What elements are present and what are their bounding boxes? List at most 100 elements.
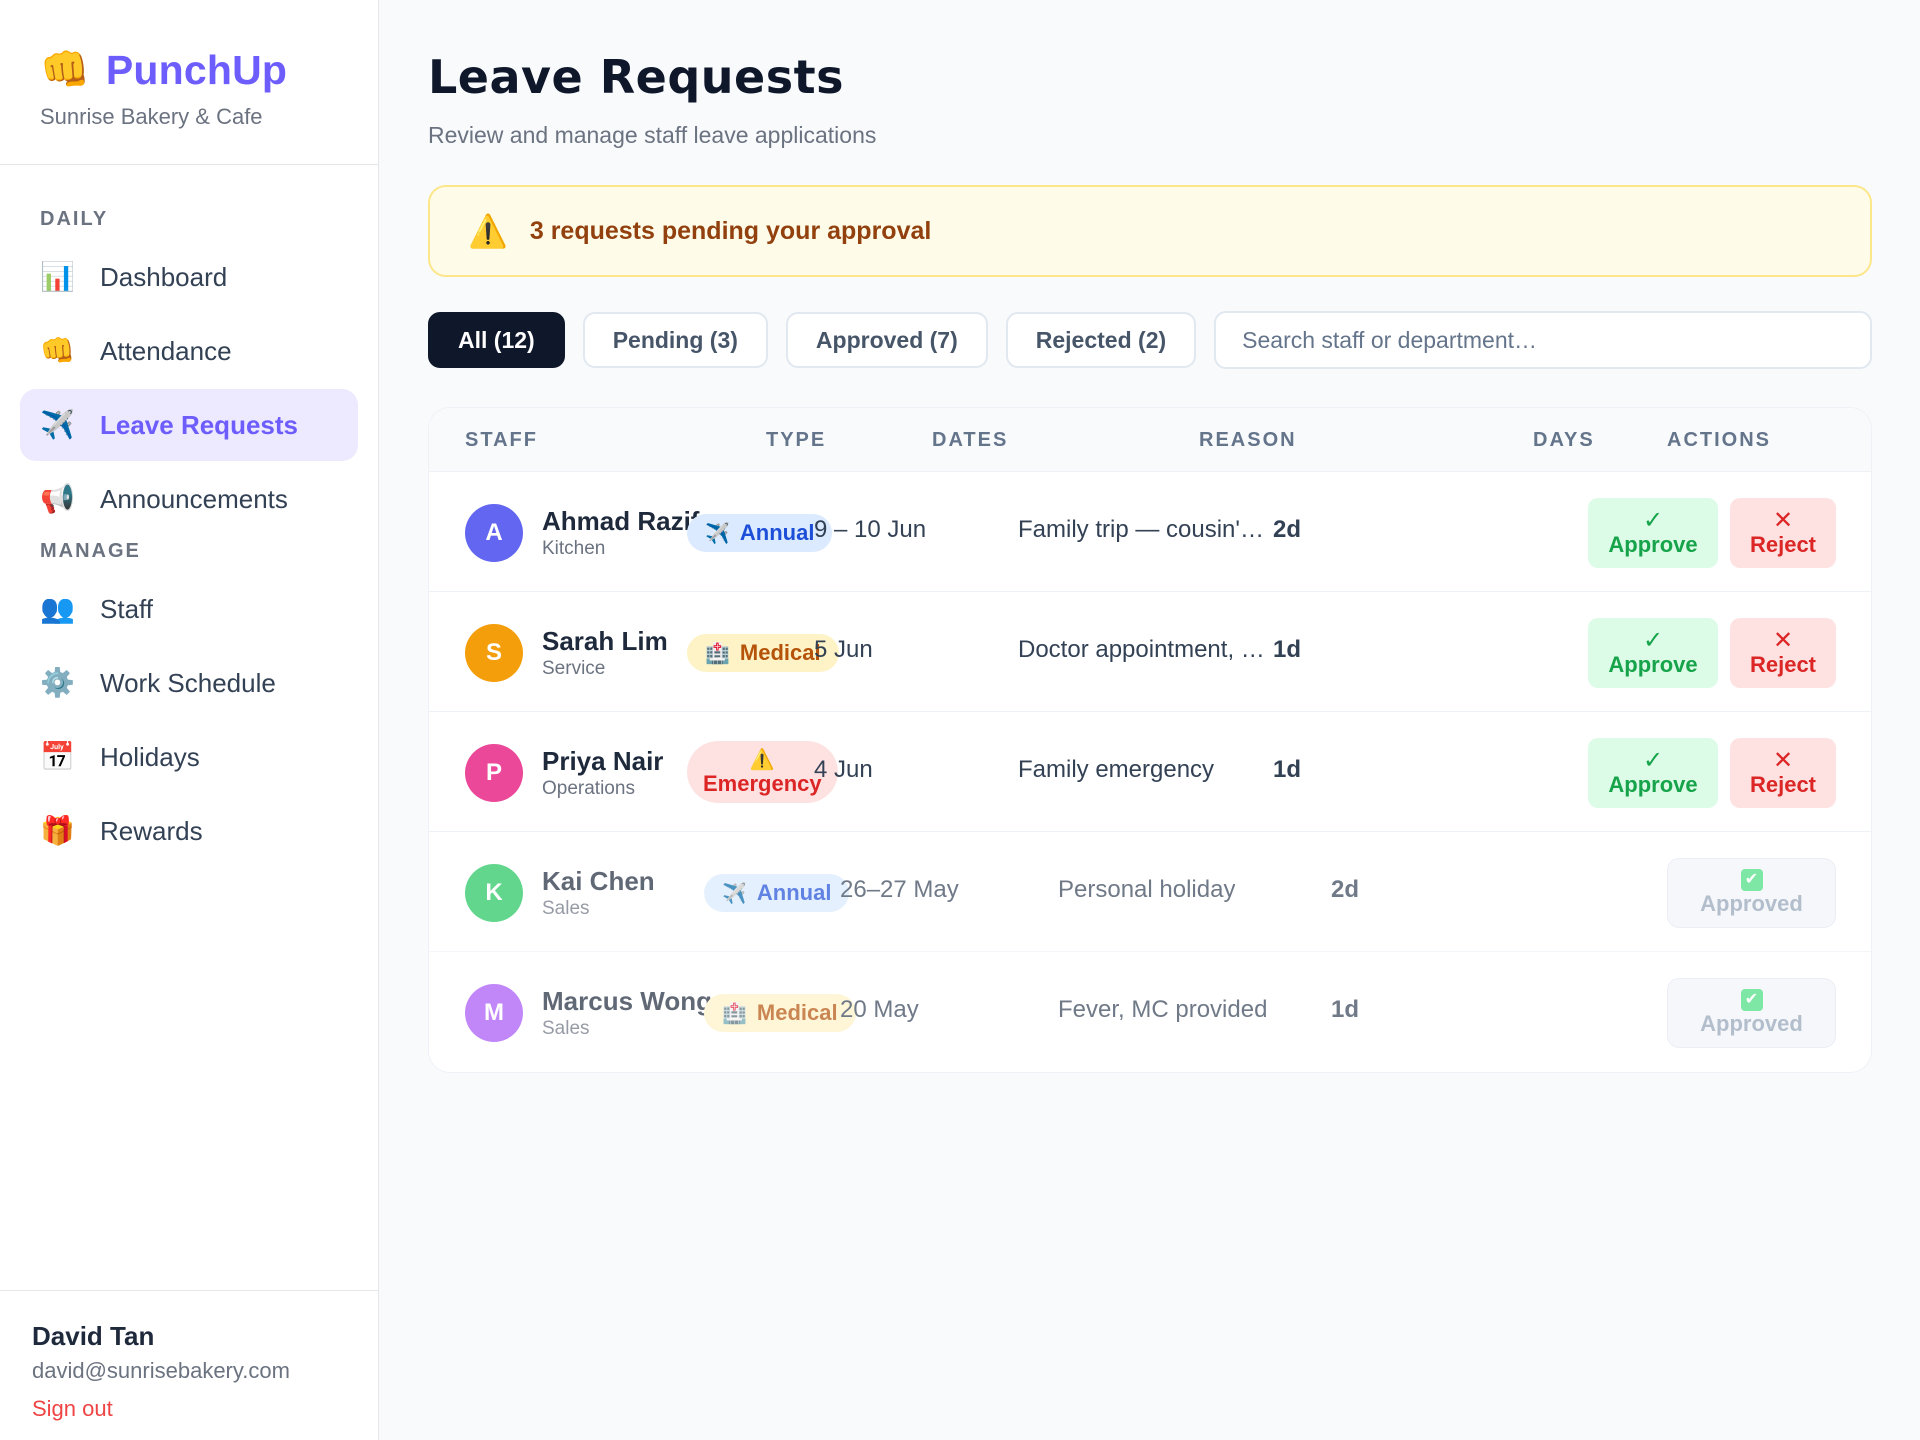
- approve-label: Approve: [1608, 532, 1698, 557]
- staff-department: Operations: [542, 778, 635, 799]
- avatar: M: [465, 984, 523, 1042]
- table-row: K Kai Chen Sales ✈️ Annual 26–27 May Personal …: [429, 832, 1871, 952]
- avatar: K: [465, 864, 523, 922]
- bar-chart-icon: 📊: [40, 261, 75, 292]
- sidebar-item-rewards[interactable]: 🎁 Rewards: [20, 795, 358, 867]
- fist-icon: 👊: [40, 335, 75, 366]
- avatar: S: [465, 624, 523, 682]
- leave-reason: Doctor appointment, MC at…: [1018, 636, 1269, 663]
- column-header-days[interactable]: DAYS: [1533, 429, 1595, 452]
- sidebar-item-label: Work Schedule: [100, 667, 276, 698]
- approved-label: Approved: [1700, 1011, 1803, 1036]
- sidebar-item-announcements[interactable]: 📢 Announcements: [20, 463, 358, 535]
- column-header-type[interactable]: TYPE: [766, 429, 826, 452]
- airplane-icon: ✈️: [40, 409, 75, 440]
- sidebar-item-work-schedule[interactable]: ⚙️ Work Schedule: [20, 647, 358, 719]
- check-icon: ✓: [1642, 747, 1664, 774]
- sign-out-link[interactable]: Sign out: [32, 1396, 113, 1422]
- close-icon: ✕: [1772, 627, 1794, 654]
- user-name: David Tan: [32, 1321, 155, 1351]
- leave-type-label: Emergency: [703, 771, 822, 796]
- user-email: david@sunrisebakery.com: [32, 1358, 290, 1383]
- sidebar-item-label: Announcements: [100, 483, 288, 514]
- warning-icon: ⚠️: [749, 749, 775, 771]
- leave-reason: Personal holiday: [1058, 876, 1236, 903]
- sidebar-item-label: Rewards: [100, 815, 203, 846]
- filter-tab-approved[interactable]: Approved (7): [785, 312, 988, 368]
- leave-dates: 9 – 10 Jun: [814, 516, 927, 543]
- reject-button[interactable]: ✕ Reject: [1730, 618, 1836, 688]
- staff-department: Service: [542, 658, 606, 679]
- reject-button[interactable]: ✕ Reject: [1730, 498, 1836, 568]
- leave-type-label: Annual: [756, 880, 832, 905]
- table-header: STAFF TYPE DATES REASON DAYS ACTIONS: [429, 408, 1871, 472]
- staff-name: Priya Nair: [542, 746, 664, 776]
- leave-days: 1d: [1273, 756, 1302, 783]
- staff-department: Sales: [542, 1018, 590, 1039]
- table-row: P Priya Nair Operations ⚠️ Emergency 4 Jun Fam…: [429, 712, 1871, 832]
- leave-type-label: Annual: [739, 520, 815, 545]
- leave-type-badge: ✈️ Annual: [704, 874, 850, 912]
- leave-type-label: Medical: [739, 640, 821, 665]
- filter-tabs: All (12) Pending (3) Approved (7) Rejected …: [428, 312, 1197, 368]
- column-header-reason[interactable]: REASON: [1199, 429, 1297, 452]
- column-header-dates[interactable]: DATES: [932, 429, 1008, 452]
- staff-name: Sarah Lim: [542, 626, 668, 656]
- nav-section-title: MANAGE: [40, 540, 141, 562]
- user-profile: David Tan david@sunrisebakery.com Sign o…: [0, 1290, 379, 1440]
- people-icon: 👥: [40, 593, 75, 624]
- brand-name[interactable]: PunchUp: [106, 47, 287, 94]
- sidebar-item-dashboard[interactable]: 📊 Dashboard: [20, 241, 358, 313]
- leave-reason: Family trip — cousin's wed…: [1018, 516, 1269, 543]
- check-icon: ✓: [1642, 507, 1664, 534]
- column-header-actions: ACTIONS: [1667, 429, 1771, 451]
- megaphone-icon: 📢: [40, 483, 75, 514]
- reject-label: Reject: [1749, 772, 1817, 797]
- sidebar-item-holidays[interactable]: 📅 Holidays: [20, 721, 358, 793]
- alert-text: 3 requests pending your approval: [529, 216, 932, 245]
- sidebar: 👊 PunchUp Sunrise Bakery & Cafe DAILY 📊 Da…: [0, 0, 379, 1440]
- leave-dates: 20 May: [840, 996, 919, 1023]
- sidebar-item-label: Attendance: [100, 335, 232, 366]
- filter-tab-all[interactable]: All (12): [428, 312, 565, 368]
- reject-label: Reject: [1749, 652, 1817, 677]
- leave-type-label: Medical: [756, 1000, 838, 1025]
- sidebar-item-label: Holidays: [100, 741, 200, 772]
- airplane-icon: ✈️: [705, 522, 730, 545]
- sidebar-item-label: Dashboard: [100, 261, 228, 292]
- business-name: Sunrise Bakery & Cafe: [40, 104, 263, 129]
- warning-icon: ⚠️: [468, 213, 508, 249]
- leave-reason: Family emergency: [1018, 756, 1215, 783]
- gear-icon: ⚙️: [40, 667, 75, 698]
- leave-days: 2d: [1273, 516, 1302, 543]
- filter-tab-rejected[interactable]: Rejected (2): [1005, 312, 1197, 368]
- sidebar-item-staff[interactable]: 👥 Staff: [20, 573, 358, 645]
- approved-status-badge: ✔ Approved: [1667, 978, 1836, 1048]
- approve-button[interactable]: ✓ Approve: [1588, 618, 1718, 688]
- approve-label: Approve: [1608, 652, 1698, 677]
- avatar: P: [465, 744, 523, 802]
- staff-department: Sales: [542, 898, 590, 919]
- leave-requests-table: STAFF TYPE DATES REASON DAYS ACTIONS A Ah…: [428, 407, 1872, 1073]
- search-input[interactable]: [1214, 311, 1872, 369]
- approved-status-badge: ✔ Approved: [1667, 858, 1836, 928]
- leave-type-badge: 🏥 Medical: [704, 994, 856, 1032]
- leave-days: 1d: [1331, 996, 1360, 1023]
- main-content: Leave Requests Review and manage staff l…: [428, 0, 1872, 1073]
- staff-name: Ahmad Razif: [542, 506, 700, 536]
- filter-tab-pending[interactable]: Pending (3): [582, 312, 768, 368]
- approve-button[interactable]: ✓ Approve: [1588, 738, 1718, 808]
- leave-dates: 26–27 May: [840, 876, 959, 903]
- sidebar-item-leave-requests[interactable]: ✈️ Leave Requests: [20, 389, 358, 461]
- table-row: S Sarah Lim Service 🏥 Medical 5 Jun Doctor app…: [429, 592, 1871, 712]
- reject-button[interactable]: ✕ Reject: [1730, 738, 1836, 808]
- sidebar-item-attendance[interactable]: 👊 Attendance: [20, 315, 358, 387]
- page-subtitle: Review and manage staff leave applicatio…: [428, 122, 877, 148]
- check-mark-icon: ✔: [1740, 869, 1763, 891]
- staff-name: Kai Chen: [542, 866, 655, 896]
- approve-button[interactable]: ✓ Approve: [1588, 498, 1718, 568]
- column-header-staff[interactable]: STAFF: [465, 429, 538, 452]
- table-row: A Ahmad Razif Kitchen ✈️ Annual 9 – 10 Jun Fam…: [429, 472, 1871, 592]
- gift-icon: 🎁: [40, 815, 75, 846]
- staff-name: Marcus Wong: [542, 986, 712, 1016]
